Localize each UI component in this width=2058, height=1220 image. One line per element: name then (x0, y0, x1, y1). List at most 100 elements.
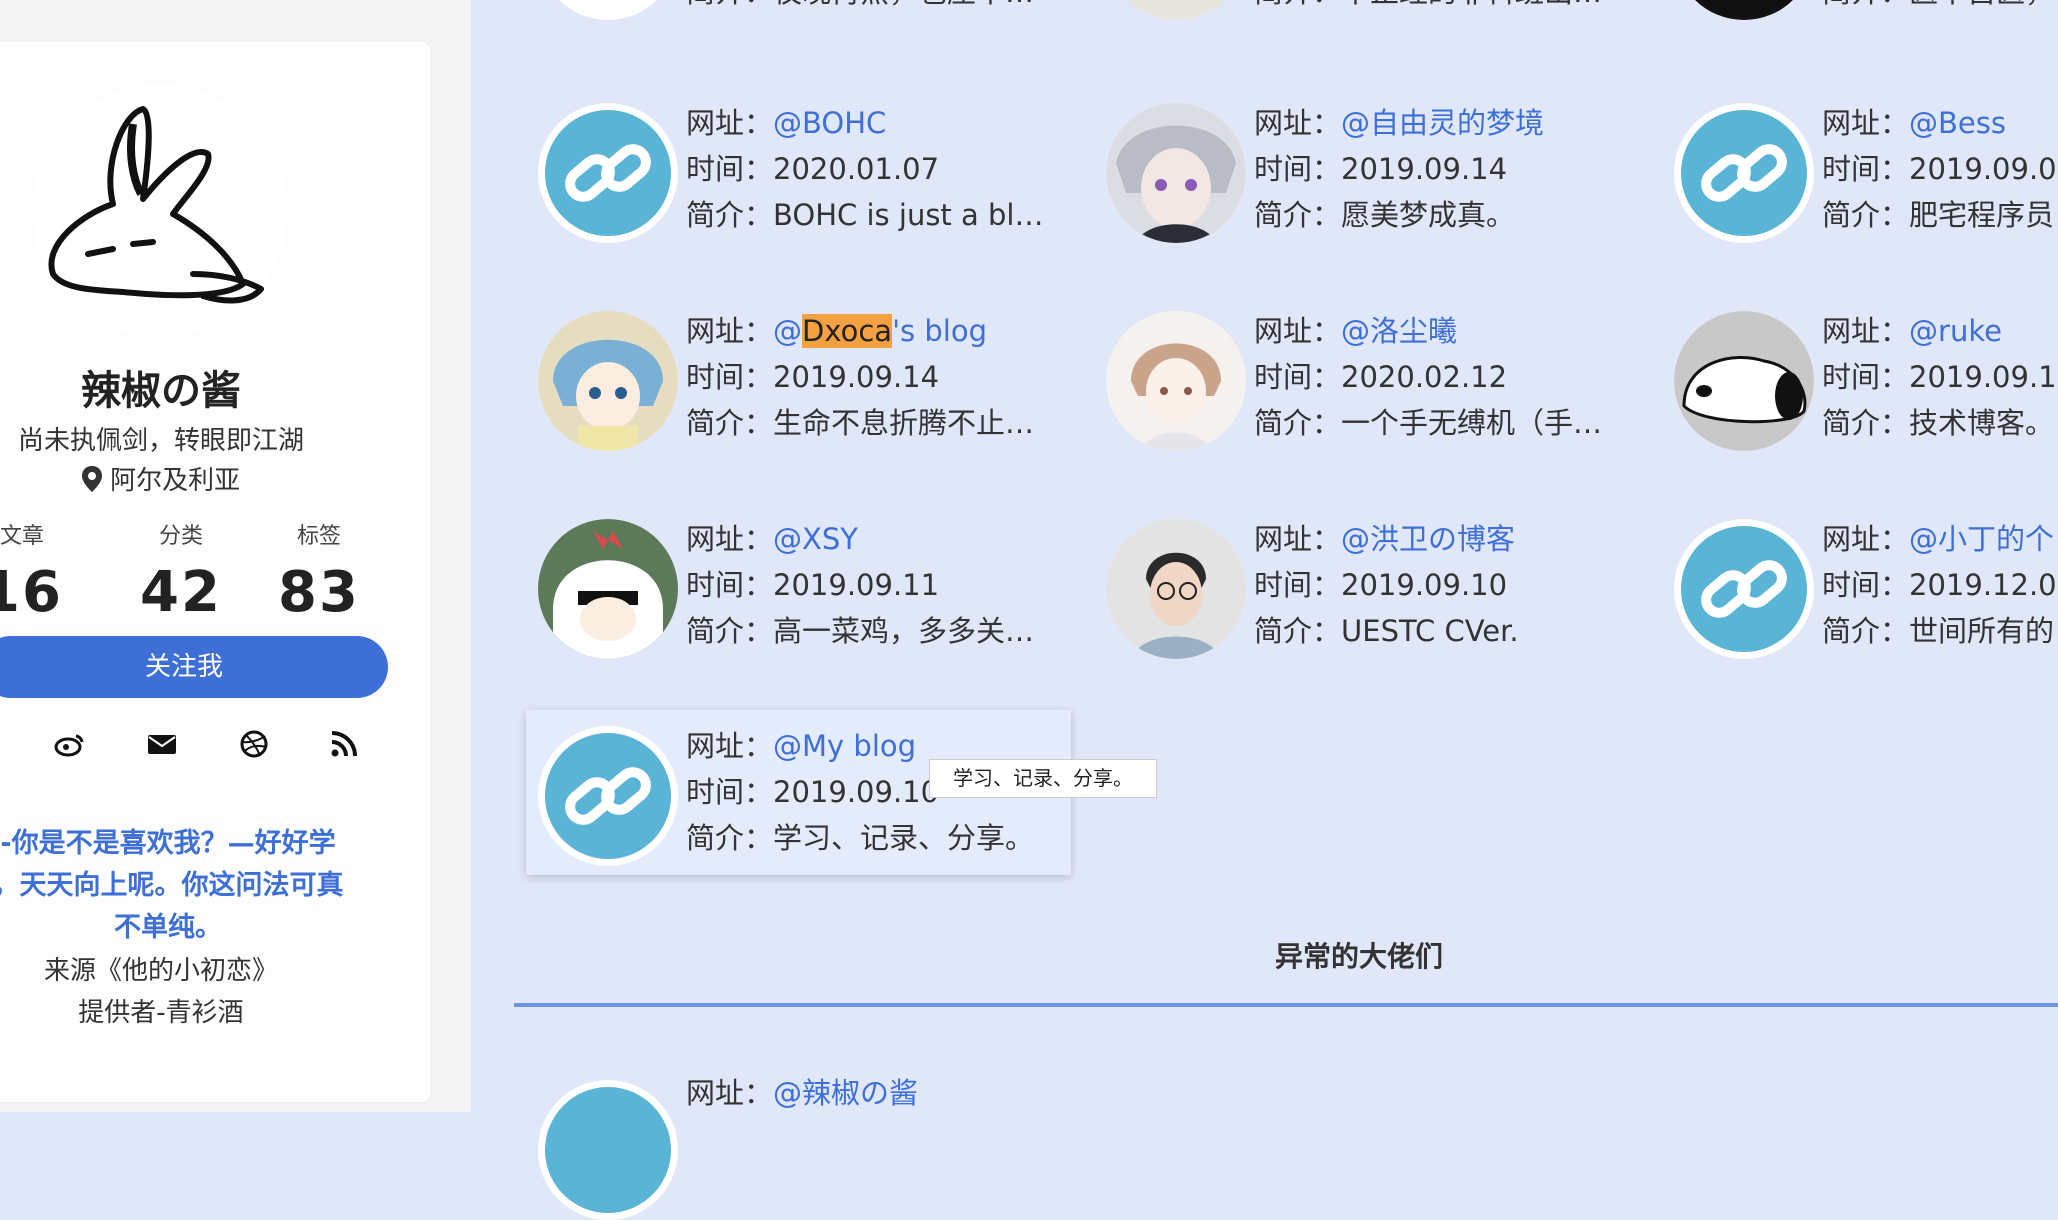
friend-link-info: 网址：@Bess 时间：2019.09.0 简介：肥宅程序员 (1822, 100, 2057, 238)
friend-link-info: 网址：@ruke 时间：2019.09.1 简介：技术博客。 (1822, 308, 2057, 446)
friend-link[interactable]: @BOHC (773, 106, 886, 140)
anime-silver-avatar-icon (1106, 103, 1246, 243)
friend-link-card[interactable]: 网址：@Dxoca's blog 时间：2019.09.14 简介：生命不息折腾… (526, 266, 1071, 451)
friend-link-info: 网址：@自由灵的梦境 时间：2019.09.14 简介：愿美梦成真。 (1254, 100, 1544, 238)
friend-desc: 高一菜鸡，多多关… (773, 614, 1035, 648)
dribbble-icon[interactable] (238, 728, 270, 760)
friend-desc: 世间所有的 (1909, 614, 2055, 648)
friend-desc: 肥宅程序员 (1909, 198, 2055, 232)
friend-link[interactable]: @辣椒の酱 (773, 1076, 918, 1110)
friend-desc: 技术博客。 (1909, 406, 2055, 440)
friend-link-card[interactable]: 网址：@自由灵的梦境 时间：2019.09.14 简介：愿美梦成真。 (1094, 58, 1639, 243)
desc-label: 简介： (686, 821, 774, 855)
url-label: 网址： (1254, 314, 1342, 348)
friend-link-card[interactable]: 网址：@辣椒の酱 (526, 1040, 1071, 1220)
link-rest: 's blog (892, 314, 987, 348)
desc-label: 简介： (686, 406, 774, 440)
stat-label: 标签 (296, 524, 341, 549)
desc-label: 简介： (1822, 0, 1909, 9)
friend-avatar (538, 726, 678, 866)
profile-name: 辣椒の酱 (81, 368, 241, 414)
friend-link-info: 网址：@Dxoca's blog 时间：2019.09.14 简介：生命不息折腾… (686, 308, 1034, 446)
link-icon (539, 727, 677, 865)
friend-link[interactable]: @洛尘曦 (1341, 314, 1457, 348)
time-label: 时间： (686, 152, 774, 186)
mail-icon[interactable] (146, 728, 178, 760)
stat-articles[interactable]: 文章 16 (0, 518, 82, 625)
link-prefix: @ (773, 314, 803, 348)
friend-link[interactable]: @XSY (773, 522, 858, 556)
description-tooltip: 学习、记录、分享。 (929, 759, 1157, 798)
friend-desc: 一个手无缚机（手… (1341, 406, 1603, 440)
desc-label: 简介： (686, 0, 773, 9)
desc-label: 简介： (1254, 406, 1342, 440)
url-label: 网址： (1822, 314, 1910, 348)
weibo-icon[interactable] (54, 728, 86, 760)
url-label: 网址： (1254, 522, 1342, 556)
rss-icon[interactable] (328, 728, 360, 760)
friend-avatar (1674, 0, 1814, 20)
friend-link-card[interactable]: 网址：@XSY 时间：2019.09.11 简介：高一菜鸡，多多关… (526, 474, 1071, 659)
friend-avatar (538, 0, 678, 20)
friend-desc: 夜晚再黑，也压不… (773, 0, 1034, 9)
friend-desc: 愿美梦成真。 (1341, 198, 1516, 232)
friend-avatar (538, 1080, 678, 1220)
anime-chicken-avatar-icon (538, 519, 678, 659)
friend-link-card[interactable]: 网址：@BOHC 时间：2020.01.07 简介：BOHC is just a… (526, 58, 1071, 243)
friend-link[interactable]: @自由灵的梦境 (1341, 106, 1544, 140)
desc-label: 简介： (1254, 614, 1342, 648)
stat-value: 83 (278, 560, 360, 625)
friend-link-info: 网址：@洛尘曦 时间：2020.02.12 简介：一个手无缚机（手… (1254, 308, 1602, 446)
rabbit-avatar-icon (48, 106, 264, 304)
friend-desc: 医不自医， (1909, 0, 2054, 9)
desc-label: 简介： (686, 614, 774, 648)
friend-avatar (1106, 519, 1246, 659)
desc-label: 简介： (1822, 614, 1910, 648)
friend-link-card[interactable]: 网址：@ruke 时间：2019.09.1 简介：技术博客。 (1662, 266, 2058, 451)
friend-link[interactable]: @小丁的个 (1909, 522, 2054, 556)
time-label: 时间： (1254, 360, 1342, 394)
friend-link-info: 网址：@XSY 时间：2019.09.11 简介：高一菜鸡，多多关… (686, 516, 1034, 654)
friend-avatar (538, 311, 678, 451)
quote-line: 不单纯。 (114, 912, 222, 943)
follow-button[interactable]: 关注我 (0, 636, 388, 698)
friend-link-card[interactable]: 网址：@Bess 时间：2019.09.0 简介：肥宅程序员 (1662, 58, 2058, 243)
friend-link[interactable]: @ruke (1909, 314, 2002, 348)
desc-label: 简介： (686, 198, 774, 232)
link-icon (1675, 104, 1813, 242)
friend-link-card[interactable]: 网址：@洛尘曦 时间：2020.02.12 简介：一个手无缚机（手… (1094, 266, 1639, 451)
friend-avatar (538, 103, 678, 243)
stat-tags[interactable]: 标签 83 (259, 518, 379, 625)
anime-blue-avatar-icon (538, 311, 678, 451)
stat-categories[interactable]: 分类 42 (121, 518, 241, 625)
friend-link-card[interactable]: 网址：@小丁的个 时间：2019.12.0 简介：世间所有的 (1662, 474, 2058, 659)
section-title: 异常的大佬们 (1275, 940, 1444, 973)
url-label: 网址： (1822, 522, 1910, 556)
friend-time: 2019.09.14 (773, 360, 940, 394)
link-icon (539, 1081, 677, 1219)
desc-label: 简介： (1254, 198, 1342, 232)
anime-boy-avatar-icon (1106, 311, 1246, 451)
friend-time: 2020.02.12 (1341, 360, 1508, 394)
friend-desc: 生命不息折腾不止… (773, 406, 1035, 440)
friend-avatar (1106, 103, 1246, 243)
quote-line: -你是不是喜欢我？—好好学 (0, 828, 336, 859)
time-label: 时间： (1822, 152, 1910, 186)
friend-link-info: 简介：不正经的非科班出… (1254, 0, 1602, 15)
friend-link[interactable]: @Dxoca's blog (773, 314, 987, 348)
snoopy-avatar-icon (1674, 311, 1814, 451)
friend-link-card[interactable]: 网址：@洪卫の博客 时间：2019.09.10 简介：UESTC CVer. (1094, 474, 1639, 659)
profile-avatar[interactable] (33, 84, 287, 338)
quote-provider: 提供者-青衫酒 (78, 998, 244, 1028)
location-pin-icon (81, 466, 102, 492)
friend-link[interactable]: @My blog (773, 729, 916, 763)
time-label: 时间： (686, 360, 774, 394)
friend-avatar (1106, 0, 1246, 20)
friend-desc: BOHC is just a bl… (773, 198, 1044, 232)
friend-link[interactable]: @Bess (1909, 106, 2006, 140)
section-divider (514, 1003, 2058, 1007)
friend-avatar (1674, 311, 1814, 451)
friend-time: 2019.09.1 (1909, 360, 2057, 394)
friend-link[interactable]: @洪卫の博客 (1341, 522, 1515, 556)
anime-avatar-icon (1106, 0, 1246, 20)
